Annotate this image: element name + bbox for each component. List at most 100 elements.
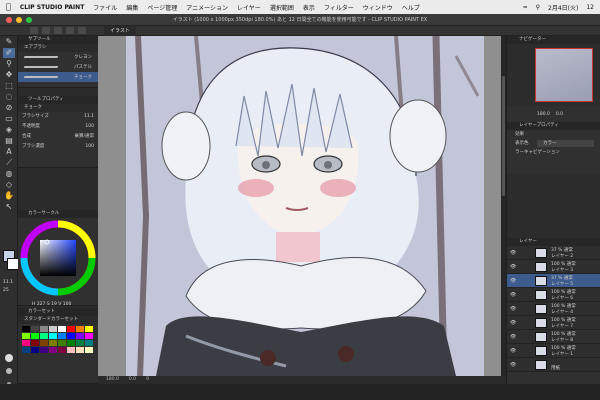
color-swatch[interactable] [67, 347, 75, 353]
layer-row[interactable]: 👁 100 % 通常 レイヤー 8 [507, 330, 600, 344]
layer-row[interactable]: 👁 100 % 通常 レイヤー 1 [507, 344, 600, 358]
ruler-tool-icon[interactable]: ⟋ [3, 158, 15, 168]
visibility-eye-icon[interactable]: 👁 [510, 362, 516, 368]
new-file-icon[interactable] [30, 27, 38, 34]
fill-tool-icon[interactable]: ◈ [3, 125, 15, 135]
redo-icon[interactable] [78, 27, 86, 34]
color-swatch[interactable] [49, 333, 57, 339]
brush-pastel[interactable]: パステル [18, 62, 98, 72]
color-swatch[interactable] [40, 326, 48, 332]
menu-help[interactable]: ヘルプ [402, 3, 420, 12]
visibility-eye-icon[interactable]: 👁 [510, 264, 516, 270]
app-menu[interactable]: CLIP STUDIO PAINT [20, 4, 84, 11]
color-swatch[interactable] [58, 333, 66, 339]
color-swatch[interactable] [31, 340, 39, 346]
color-swatch[interactable] [22, 333, 30, 339]
color-swatch[interactable] [67, 326, 75, 332]
color-swatch[interactable] [85, 340, 93, 346]
open-file-icon[interactable] [42, 27, 50, 34]
menu-layer[interactable]: レイヤー [237, 3, 261, 12]
menu-file[interactable]: ファイル [93, 3, 117, 12]
operation-tool-icon[interactable]: ↖ [3, 202, 15, 212]
canvas-tab[interactable]: イラスト [104, 26, 136, 36]
color-swatch[interactable] [85, 347, 93, 353]
color-swatch[interactable] [76, 333, 84, 339]
visibility-eye-icon[interactable]: 👁 [510, 334, 516, 340]
visibility-eye-icon[interactable]: 👁 [510, 250, 516, 256]
menu-edit[interactable]: 編集 [126, 3, 138, 12]
navigator-zoom[interactable]: 180.0 [537, 112, 550, 117]
brush-chalk[interactable]: チョーク [18, 72, 98, 82]
subtool-group[interactable]: エアブラシ [18, 44, 98, 52]
blend-tool-icon[interactable]: ◍ [3, 169, 15, 179]
gradient-tool-icon[interactable]: ▤ [3, 136, 15, 146]
color-set-name[interactable]: スタンダードカラーセット [18, 316, 98, 324]
density-row[interactable]: ブラシ濃度 100 [18, 142, 98, 152]
color-swatch[interactable] [40, 347, 48, 353]
display-color-select[interactable]: カラー [537, 140, 594, 147]
layer-row[interactable]: 👁 100 % 通常 レイヤー 3 [507, 260, 600, 274]
navigator-thumbnail[interactable] [535, 48, 593, 102]
menu-animation[interactable]: アニメーション [186, 3, 228, 12]
layer-row[interactable]: 👁 100 % 通常 レイヤー 4 [507, 302, 600, 316]
color-swatch[interactable] [76, 326, 84, 332]
color-swatch[interactable] [85, 333, 93, 339]
brush-tool-icon[interactable]: ✐ [3, 48, 15, 58]
selection-tool-icon[interactable]: ⬚ [3, 81, 15, 91]
color-swatch[interactable] [58, 340, 66, 346]
layer-row[interactable]: 👁 用紙 [507, 358, 600, 372]
color-swatch[interactable] [67, 333, 75, 339]
color-swatch[interactable] [58, 347, 66, 353]
color-swatch[interactable] [22, 347, 30, 353]
status-zoom[interactable]: 180.0 [106, 376, 119, 384]
menu-view[interactable]: 表示 [303, 3, 315, 12]
eyedropper-tool-icon[interactable]: ⊘ [3, 103, 15, 113]
status-rotation[interactable]: 0 [146, 376, 149, 384]
search-icon[interactable]: ⚲ [536, 4, 540, 11]
navigator-angle[interactable]: 0.0 [556, 112, 563, 117]
layer-row[interactable]: 👁 100 % 通常 レイヤー 6 [507, 288, 600, 302]
color-swatch[interactable] [31, 326, 39, 332]
menu-window[interactable]: ウィンドウ [363, 3, 393, 12]
color-swatch[interactable] [58, 326, 66, 332]
layer-row[interactable]: 👁 37 % 通常 レイヤー 2 [507, 246, 600, 260]
visibility-eye-icon[interactable]: 👁 [510, 278, 516, 284]
menu-filter[interactable]: フィルター [324, 3, 354, 12]
color-swatch[interactable] [31, 333, 39, 339]
eraser-tool-icon[interactable]: ▭ [3, 114, 15, 124]
layer-row[interactable]: 👁 100 % 通常 レイヤー 7 [507, 316, 600, 330]
hand-tool-icon[interactable]: ✋ [3, 191, 15, 201]
color-swatch[interactable] [40, 340, 48, 346]
blend-row[interactable]: 合成 乗算/通常 [18, 132, 98, 142]
visibility-eye-icon[interactable]: 👁 [510, 320, 516, 326]
color-swatch[interactable] [76, 340, 84, 346]
color-swatch[interactable] [49, 347, 57, 353]
color-swatch[interactable] [76, 347, 84, 353]
color-swatch[interactable] [49, 340, 57, 346]
text-tool-icon[interactable]: A [3, 147, 15, 157]
brush-crayon[interactable]: クレヨン [18, 52, 98, 62]
opacity-row[interactable]: 不透明度 100 [18, 122, 98, 132]
color-swatch[interactable] [85, 326, 93, 332]
move-tool-icon[interactable]: ✥ [3, 70, 15, 80]
visibility-eye-icon[interactable]: 👁 [510, 348, 516, 354]
menu-page[interactable]: ページ管理 [147, 3, 177, 12]
lasso-tool-icon[interactable]: ◌ [3, 92, 15, 102]
menu-selection[interactable]: 選択範囲 [270, 3, 294, 12]
pen-tool-icon[interactable]: ✎ [3, 37, 15, 47]
brush-size-row[interactable]: ブラシサイズ 11.1 [18, 112, 98, 122]
color-swatch[interactable] [40, 333, 48, 339]
brush-size-dot-medium[interactable] [6, 368, 12, 374]
color-swatch[interactable] [22, 340, 30, 346]
figure-tool-icon[interactable]: ◇ [3, 180, 15, 190]
undo-icon[interactable] [66, 27, 74, 34]
save-icon[interactable] [54, 27, 62, 34]
color-swatch[interactable] [31, 347, 39, 353]
zoom-tool-icon[interactable]: ⚲ [3, 59, 15, 69]
blend-value[interactable]: 乗算/通常 [74, 132, 94, 142]
color-swatch[interactable] [49, 326, 57, 332]
visibility-eye-icon[interactable]: 👁 [510, 306, 516, 312]
canvas-area[interactable] [98, 36, 506, 376]
wifi-icon[interactable]: ≈ [523, 4, 528, 11]
artwork-canvas[interactable] [126, 36, 484, 376]
